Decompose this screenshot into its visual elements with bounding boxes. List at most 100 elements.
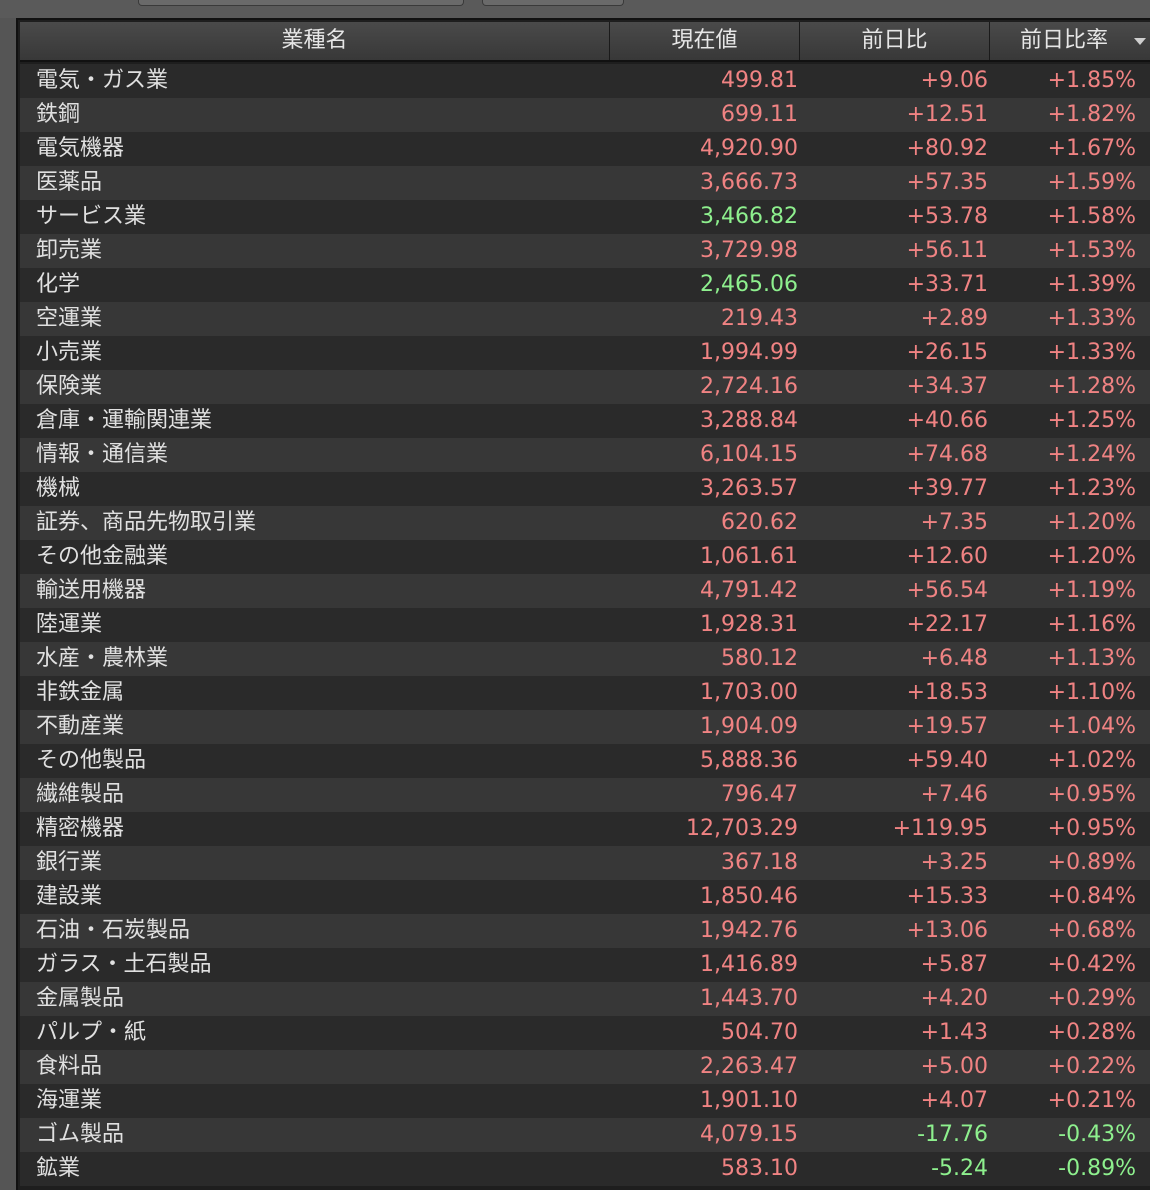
toolbar-button[interactable]	[482, 0, 624, 6]
sector-name-cell: 繊維製品	[36, 782, 125, 807]
price-cell: 1,061.61	[700, 544, 798, 569]
table-row[interactable]: 卸売業 3,729.98 +56.11 +1.53%	[20, 234, 1150, 268]
change-pct-cell: +1.13%	[1047, 646, 1136, 671]
price-cell: 3,466.82	[700, 204, 798, 229]
sector-name-cell: 輸送用機器	[36, 578, 147, 603]
table-row[interactable]: 空運業 219.43 +2.89 +1.33%	[20, 302, 1150, 336]
column-header-price[interactable]: 現在値	[610, 22, 800, 60]
table-header: 業種名 現在値 前日比 前日比率	[20, 22, 1150, 62]
sector-name-cell: 電気・ガス業	[36, 68, 169, 93]
change-pct-cell: +0.22%	[1047, 1054, 1136, 1079]
price-cell: 1,901.10	[700, 1088, 798, 1113]
change-pct-cell: -0.89%	[1058, 1156, 1136, 1181]
price-cell: 1,942.76	[700, 918, 798, 943]
table-row[interactable]: ゴム製品 4,079.15 -17.76 -0.43%	[20, 1118, 1150, 1152]
change-cell: +19.57	[906, 714, 988, 739]
table-row[interactable]: 化学 2,465.06 +33.71 +1.39%	[20, 268, 1150, 302]
change-cell: +5.87	[920, 952, 988, 977]
table-row[interactable]: サービス業 3,466.82 +53.78 +1.58%	[20, 200, 1150, 234]
sector-name-cell: パルプ・紙	[36, 1020, 147, 1045]
change-pct-cell: +1.16%	[1047, 612, 1136, 637]
change-pct-cell: +0.89%	[1047, 850, 1136, 875]
table-row[interactable]: 銀行業 367.18 +3.25 +0.89%	[20, 846, 1150, 880]
table-row[interactable]: 鉄鋼 699.11 +12.51 +1.82%	[20, 98, 1150, 132]
change-cell: +59.40	[906, 748, 988, 773]
change-pct-cell: +1.20%	[1047, 510, 1136, 535]
price-cell: 2,263.47	[700, 1054, 798, 1079]
table-row[interactable]: 輸送用機器 4,791.42 +56.54 +1.19%	[20, 574, 1150, 608]
table-row[interactable]: 建設業 1,850.46 +15.33 +0.84%	[20, 880, 1150, 914]
sector-name-cell: 卸売業	[36, 238, 103, 263]
table-row[interactable]: 不動産業 1,904.09 +19.57 +1.04%	[20, 710, 1150, 744]
table-row[interactable]: その他製品 5,888.36 +59.40 +1.02%	[20, 744, 1150, 778]
sector-name-cell: 証券、商品先物取引業	[36, 510, 257, 535]
sector-name-cell: その他製品	[36, 748, 147, 773]
table-row[interactable]: 海運業 1,901.10 +4.07 +0.21%	[20, 1084, 1150, 1118]
price-cell: 796.47	[721, 782, 798, 807]
toolbar-dropdown[interactable]	[138, 0, 464, 6]
chevron-down-icon	[1134, 38, 1146, 45]
sector-name-cell: 鉱業	[36, 1156, 81, 1181]
sector-name-cell: 金属製品	[36, 986, 125, 1011]
table-row[interactable]: 食料品 2,263.47 +5.00 +0.22%	[20, 1050, 1150, 1084]
sector-name-cell: 小売業	[36, 340, 103, 365]
table-row[interactable]: 情報・通信業 6,104.15 +74.68 +1.24%	[20, 438, 1150, 472]
change-cell: +18.53	[906, 680, 988, 705]
toolbar	[0, 0, 1150, 18]
table-row[interactable]: 非鉄金属 1,703.00 +18.53 +1.10%	[20, 676, 1150, 710]
column-header-name[interactable]: 業種名	[20, 22, 610, 60]
table-row[interactable]: 水産・農林業 580.12 +6.48 +1.13%	[20, 642, 1150, 676]
change-cell: +80.92	[906, 136, 988, 161]
change-pct-cell: +0.28%	[1047, 1020, 1136, 1045]
sector-name-cell: 保険業	[36, 374, 103, 399]
table-row[interactable]: 鉱業 583.10 -5.24 -0.89%	[20, 1152, 1150, 1186]
column-header-change[interactable]: 前日比	[800, 22, 990, 60]
sector-name-cell: ゴム製品	[36, 1122, 125, 1147]
change-cell: -17.76	[917, 1122, 988, 1147]
table-row[interactable]: 保険業 2,724.16 +34.37 +1.28%	[20, 370, 1150, 404]
table-row[interactable]: 倉庫・運輸関連業 3,288.84 +40.66 +1.25%	[20, 404, 1150, 438]
sector-name-cell: 医薬品	[36, 170, 103, 195]
change-pct-cell: +1.02%	[1047, 748, 1136, 773]
change-cell: +57.35	[906, 170, 988, 195]
column-header-change-pct[interactable]: 前日比率	[990, 22, 1150, 60]
change-pct-cell: +1.20%	[1047, 544, 1136, 569]
table-row[interactable]: 精密機器 12,703.29 +119.95 +0.95%	[20, 812, 1150, 846]
table-row[interactable]: 機械 3,263.57 +39.77 +1.23%	[20, 472, 1150, 506]
change-pct-cell: -0.43%	[1058, 1122, 1136, 1147]
table-row[interactable]: 証券、商品先物取引業 620.62 +7.35 +1.20%	[20, 506, 1150, 540]
table-row[interactable]: その他金融業 1,061.61 +12.60 +1.20%	[20, 540, 1150, 574]
sector-name-cell: 機械	[36, 476, 81, 501]
sector-name-cell: 水産・農林業	[36, 646, 169, 671]
change-cell: +3.25	[920, 850, 988, 875]
table-row[interactable]: 小売業 1,994.99 +26.15 +1.33%	[20, 336, 1150, 370]
sector-name-cell: サービス業	[36, 204, 147, 229]
change-cell: +119.95	[892, 816, 988, 841]
change-pct-cell: +0.95%	[1047, 816, 1136, 841]
price-cell: 699.11	[721, 102, 798, 127]
table-row[interactable]: 石油・石炭製品 1,942.76 +13.06 +0.68%	[20, 914, 1150, 948]
change-pct-cell: +1.85%	[1047, 68, 1136, 93]
sector-name-cell: 空運業	[36, 306, 103, 331]
table-row[interactable]: 医薬品 3,666.73 +57.35 +1.59%	[20, 166, 1150, 200]
price-cell: 4,791.42	[700, 578, 798, 603]
sector-name-cell: 銀行業	[36, 850, 103, 875]
change-pct-cell: +0.84%	[1047, 884, 1136, 909]
table-row[interactable]: 金属製品 1,443.70 +4.20 +0.29%	[20, 982, 1150, 1016]
price-cell: 3,666.73	[700, 170, 798, 195]
table-row[interactable]: 陸運業 1,928.31 +22.17 +1.16%	[20, 608, 1150, 642]
change-cell: +7.35	[920, 510, 988, 535]
table-row[interactable]: 電気・ガス業 499.81 +9.06 +1.85%	[20, 64, 1150, 98]
table-row[interactable]: 電気機器 4,920.90 +80.92 +1.67%	[20, 132, 1150, 166]
sector-name-cell: ガラス・土石製品	[36, 952, 212, 977]
table-row[interactable]: ガラス・土石製品 1,416.89 +5.87 +0.42%	[20, 948, 1150, 982]
change-cell: +12.60	[906, 544, 988, 569]
price-cell: 504.70	[721, 1020, 798, 1045]
change-cell: +5.00	[920, 1054, 988, 1079]
change-pct-cell: +1.25%	[1047, 408, 1136, 433]
change-pct-cell: +1.24%	[1047, 442, 1136, 467]
table-row[interactable]: パルプ・紙 504.70 +1.43 +0.28%	[20, 1016, 1150, 1050]
change-cell: +9.06	[920, 68, 988, 93]
change-pct-cell: +1.19%	[1047, 578, 1136, 603]
table-row[interactable]: 繊維製品 796.47 +7.46 +0.95%	[20, 778, 1150, 812]
